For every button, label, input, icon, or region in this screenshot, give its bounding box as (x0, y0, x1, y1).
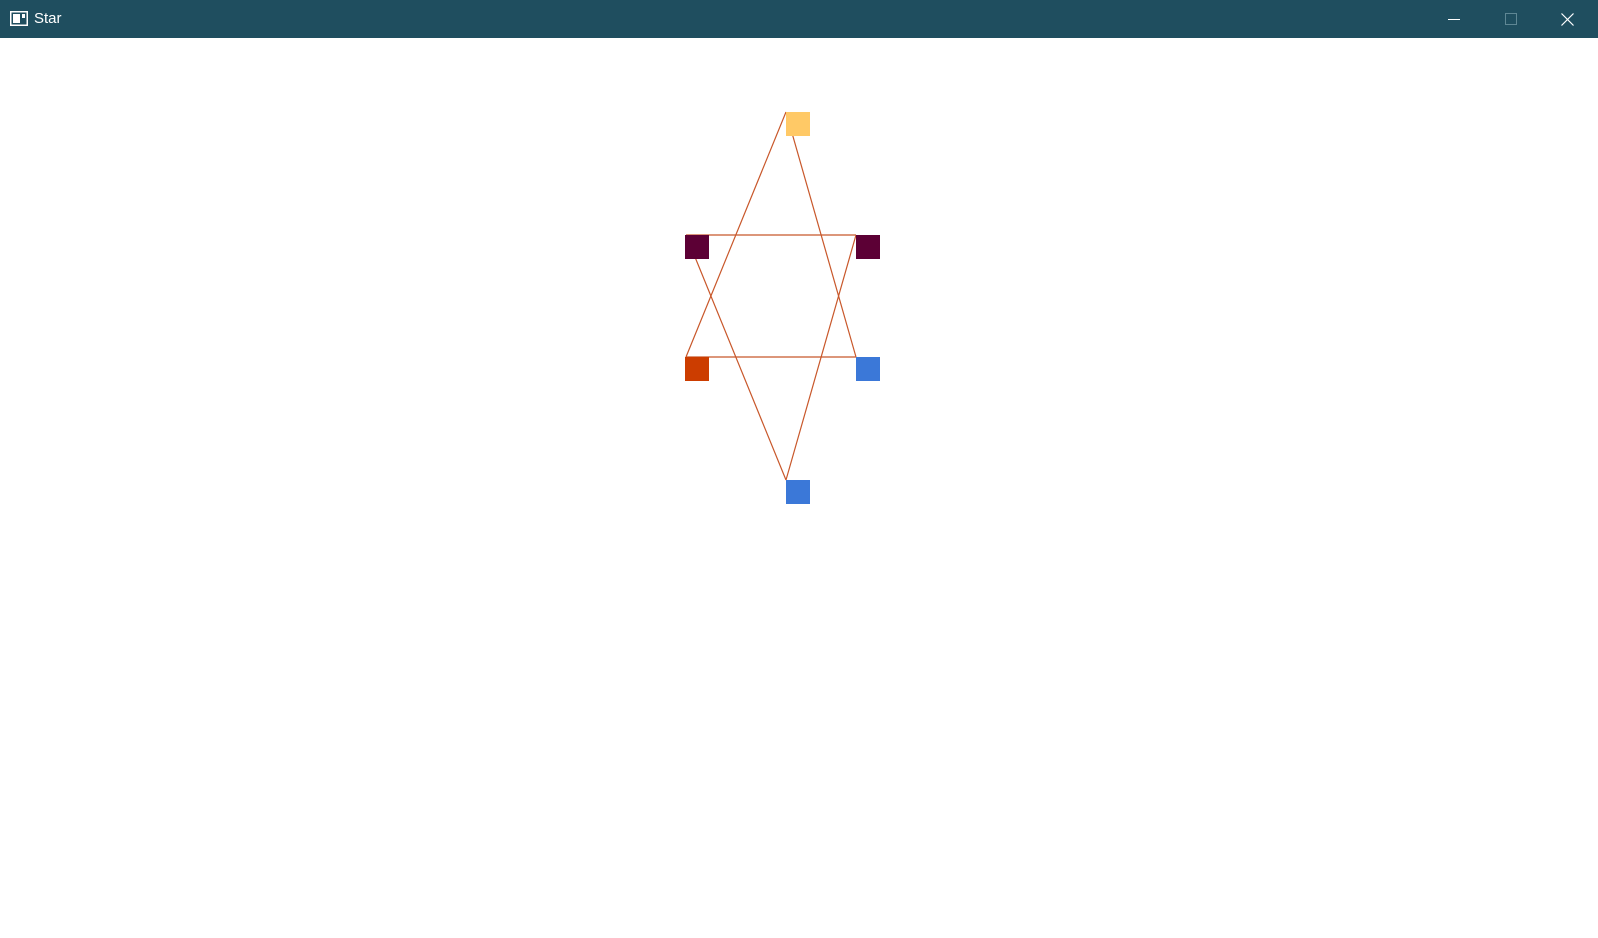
minimize-icon (1447, 19, 1460, 20)
star-lines (685, 111, 857, 481)
vertex-marker-lower-left[interactable] (685, 357, 709, 381)
app-window-icon (10, 11, 28, 26)
app-window: Star (0, 0, 1598, 938)
maximize-button[interactable] (1482, 0, 1539, 38)
close-icon (1561, 12, 1574, 26)
drawing-canvas (685, 111, 880, 504)
title-bar[interactable]: Star (0, 0, 1598, 38)
vertex-marker-bottom[interactable] (786, 480, 810, 504)
maximize-icon (1504, 13, 1517, 25)
vertex-marker-upper-left[interactable] (685, 235, 709, 259)
vertex-marker-top[interactable] (786, 112, 810, 136)
star-vertices (685, 112, 880, 504)
close-button[interactable] (1539, 0, 1596, 38)
vertex-marker-lower-right[interactable] (856, 357, 880, 381)
vertex-marker-upper-right[interactable] (856, 235, 880, 259)
minimize-button[interactable] (1425, 0, 1482, 38)
window-title: Star (34, 10, 62, 27)
